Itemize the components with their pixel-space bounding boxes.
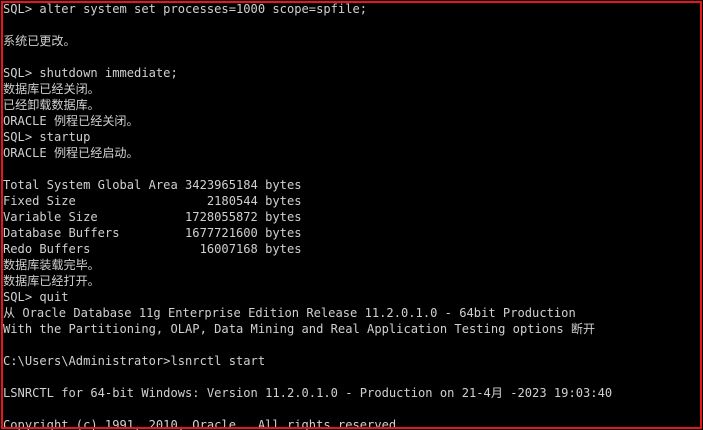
console-line-11 <box>3 161 703 177</box>
console-line-17: 数据库装载完毕。 <box>3 258 100 272</box>
console-line-25: LSNRCTL for 64-bit Windows: Version 11.2… <box>3 386 613 400</box>
console-line-2 <box>3 17 703 33</box>
console-line-9: SQL> startup <box>3 130 91 144</box>
console-line-15: Database Buffers 1677721600 bytes <box>3 226 302 240</box>
console-line-7: 已经卸载数据库。 <box>3 98 100 112</box>
console-line-3: 系统已更改。 <box>3 34 76 48</box>
console-line-20: 从 Oracle Database 11g Enterprise Edition… <box>3 306 576 320</box>
console-line-27: Copyright (c) 1991, 2010, Oracle. All ri… <box>3 418 404 430</box>
console-line-21: With the Partitioning, OLAP, Data Mining… <box>3 322 596 336</box>
console-line-24 <box>3 369 703 385</box>
console-line-10: ORACLE 例程已经启动。 <box>3 146 139 160</box>
console-line-23: C:\Users\Administrator>lsnrctl start <box>3 354 266 368</box>
console-line-18: 数据库已经打开。 <box>3 274 100 288</box>
console-line-6: 数据库已经关闭。 <box>3 82 100 96</box>
console-line-1: SQL> alter system set processes=1000 sco… <box>3 2 368 16</box>
console-output: SQL> alter system set processes=1000 sco… <box>3 1 703 430</box>
console-line-19: SQL> quit <box>3 290 69 304</box>
console-line-8: ORACLE 例程已经关闭。 <box>3 114 139 128</box>
console-line-13: Fixed Size 2180544 bytes <box>3 194 302 208</box>
console-line-14: Variable Size 1728055872 bytes <box>3 210 302 224</box>
console-line-16: Redo Buffers 16007168 bytes <box>3 242 302 256</box>
console-line-12: Total System Global Area 3423965184 byte… <box>3 178 302 192</box>
console-line-5: SQL> shutdown immediate; <box>3 66 178 80</box>
console-line-4 <box>3 49 703 65</box>
console-line-26 <box>3 401 703 417</box>
console-window[interactable]: SQL> alter system set processes=1000 sco… <box>0 0 703 430</box>
console-line-22 <box>3 337 703 353</box>
